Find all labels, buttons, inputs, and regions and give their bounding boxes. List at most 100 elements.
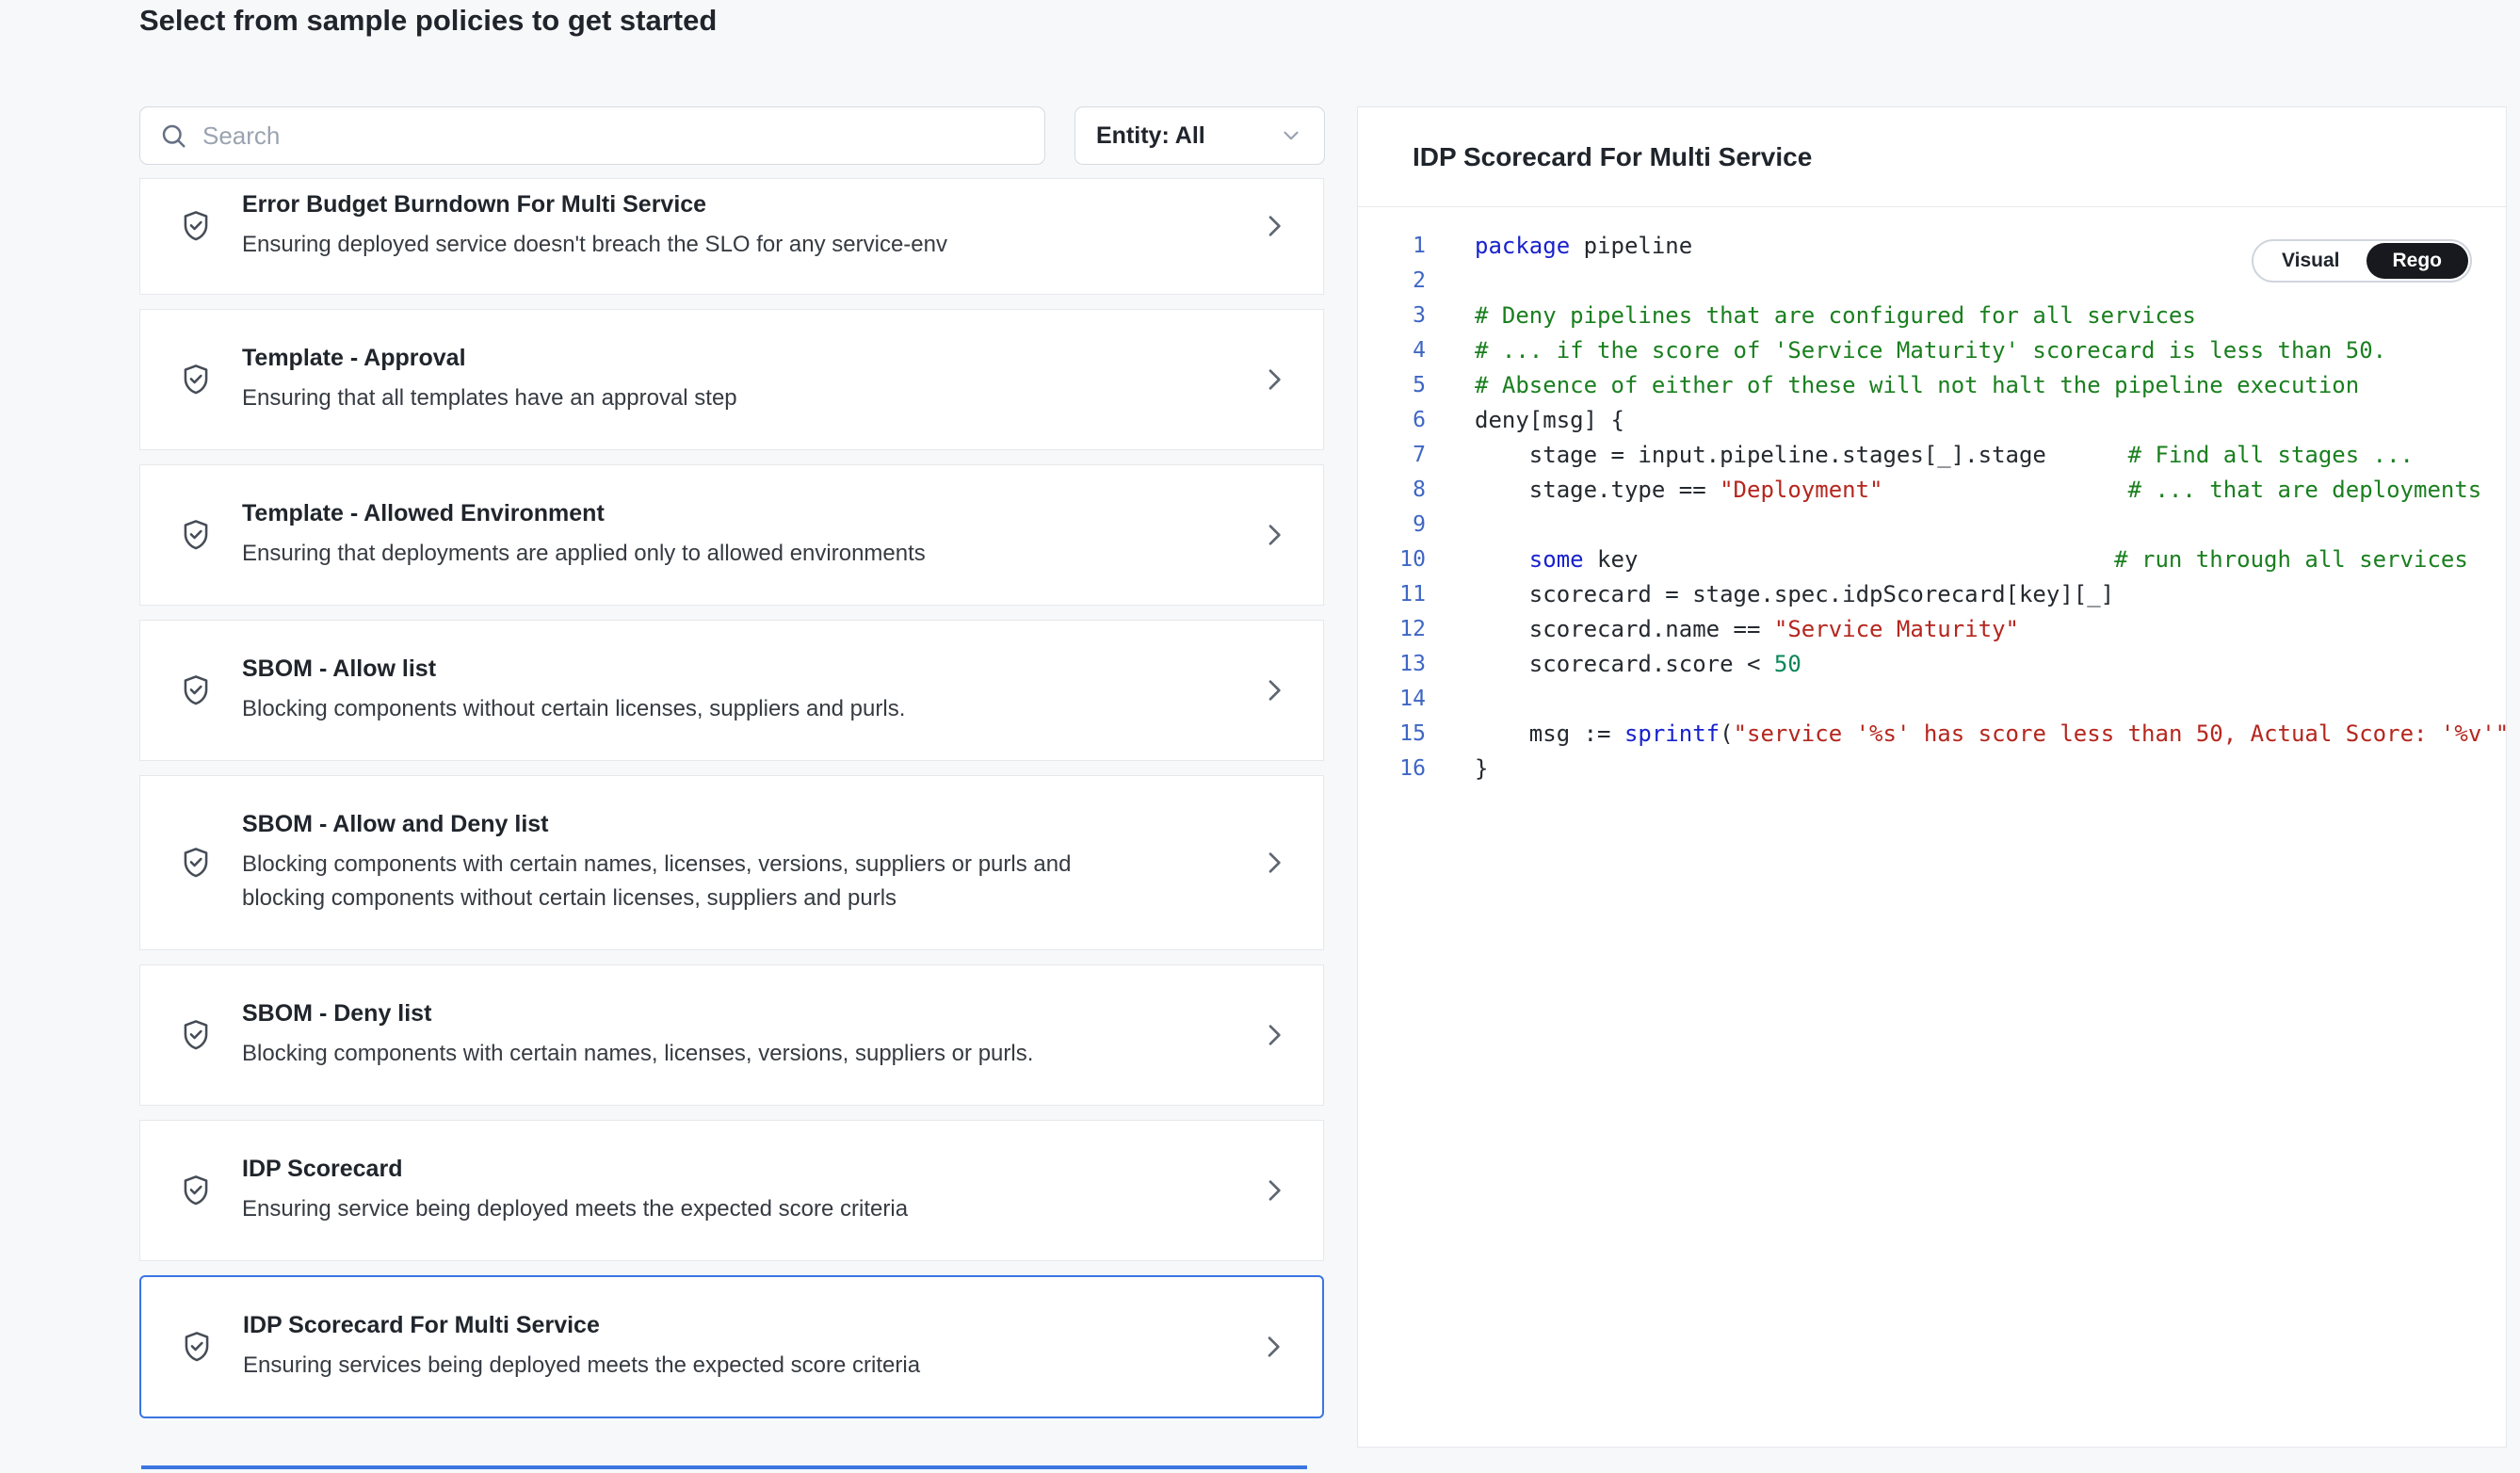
search-input[interactable] (202, 121, 1026, 151)
line-number: 10 (1358, 547, 1426, 572)
policy-list-item[interactable]: SBOM - Allow list Blocking components wit… (139, 620, 1324, 761)
policy-item-text: IDP Scorecard Ensuring service being depl… (242, 1155, 1231, 1226)
line-number: 6 (1358, 408, 1426, 432)
policy-description: Ensuring service being deployed meets th… (242, 1192, 1090, 1226)
code-line: 11 scorecard = stage.spec.idpScorecard[k… (1358, 576, 2506, 611)
policy-item-text: Error Budget Burndown For Multi Service E… (242, 190, 1231, 262)
chevron-right-icon (1259, 1175, 1289, 1206)
line-number: 7 (1358, 443, 1426, 467)
policy-description: Ensuring that all templates have an appr… (242, 381, 1090, 415)
line-number: 16 (1358, 756, 1426, 781)
shield-check-icon (178, 1173, 214, 1208)
policy-title: Template - Allowed Environment (242, 499, 1231, 528)
policy-item-text: SBOM - Allow list Blocking components wit… (242, 655, 1231, 726)
line-number: 1 (1358, 234, 1426, 258)
chevron-right-icon (1258, 1332, 1288, 1362)
code-line-content: stage = input.pipeline.stages[_].stage #… (1475, 442, 2506, 468)
code-line: 7 stage = input.pipeline.stages[_].stage… (1358, 437, 2506, 472)
shield-check-icon (178, 362, 214, 397)
code-line-content: some key # run through all services (1475, 546, 2506, 573)
line-number: 3 (1358, 303, 1426, 328)
view-toggle: Visual Rego (2252, 239, 2472, 283)
code-line-content: # Absence of either of these will not ha… (1475, 372, 2506, 398)
line-number: 13 (1358, 652, 1426, 676)
code-line: 5 # Absence of either of these will not h… (1358, 367, 2506, 402)
policy-title: Template - Approval (242, 344, 1231, 373)
policy-item-text: IDP Scorecard For Multi Service Ensuring … (243, 1311, 1230, 1383)
preview-title: IDP Scorecard For Multi Service (1358, 107, 2506, 207)
entity-filter-label: Entity: All (1096, 122, 1205, 150)
policy-list-item[interactable]: IDP Scorecard For Multi Service Ensuring … (139, 1275, 1324, 1418)
policy-description: Ensuring that deployments are applied on… (242, 537, 1090, 571)
policy-description: Blocking components with certain names, … (242, 848, 1090, 915)
line-number: 2 (1358, 268, 1426, 293)
code-line-content: scorecard.name == "Service Maturity" (1475, 616, 2506, 642)
chevron-right-icon (1259, 520, 1289, 550)
policy-title: IDP Scorecard (242, 1155, 1231, 1184)
line-number: 14 (1358, 687, 1426, 711)
code-line-content: # Deny pipelines that are configured for… (1475, 302, 2506, 329)
toggle-visual-button[interactable]: Visual (2255, 243, 2366, 279)
policy-list-item[interactable]: Error Budget Burndown For Multi Service E… (139, 178, 1324, 295)
chevron-down-icon (1279, 123, 1303, 148)
shield-check-icon (178, 517, 214, 553)
code-line: 9 (1358, 507, 2506, 542)
line-number: 8 (1358, 478, 1426, 502)
policy-item-text: SBOM - Allow and Deny list Blocking compo… (242, 810, 1231, 915)
code-line: 10 some key # run through all services (1358, 542, 2506, 576)
policy-list-item[interactable]: SBOM - Deny list Blocking components with… (139, 964, 1324, 1106)
policy-list-item[interactable]: Template - Allowed Environment Ensuring t… (139, 464, 1324, 606)
chevron-right-icon (1259, 1020, 1289, 1050)
line-number: 9 (1358, 512, 1426, 537)
shield-check-icon (178, 208, 214, 244)
code-line: 16} (1358, 751, 2506, 785)
policy-preview-panel: IDP Scorecard For Multi Service Visual R… (1357, 106, 2507, 1448)
line-number: 11 (1358, 582, 1426, 607)
code-line: 15 msg := sprintf("service '%s' has scor… (1358, 716, 2506, 751)
chevron-right-icon (1259, 364, 1289, 395)
toggle-rego-button[interactable]: Rego (2367, 243, 2469, 279)
code-editor: Visual Rego 1package pipeline23# Deny pi… (1358, 207, 2506, 785)
line-number: 4 (1358, 338, 1426, 363)
chevron-right-icon (1259, 675, 1289, 705)
code-line-content: stage.type == "Deployment" # ... that ar… (1475, 477, 2506, 503)
line-number: 15 (1358, 721, 1426, 746)
policy-description: Blocking components without certain lice… (242, 692, 1090, 726)
code-line: 14 (1358, 681, 2506, 716)
code-line: 6 deny[msg] { (1358, 402, 2506, 437)
code-line-content: # ... if the score of 'Service Maturity'… (1475, 337, 2506, 364)
policy-title: SBOM - Allow and Deny list (242, 810, 1231, 839)
policy-list-item[interactable]: Template - Approval Ensuring that all tem… (139, 309, 1324, 450)
policy-title: SBOM - Allow list (242, 655, 1231, 684)
entity-filter-dropdown[interactable]: Entity: All (1074, 106, 1325, 165)
policy-title: IDP Scorecard For Multi Service (243, 1311, 1230, 1340)
policy-title: Error Budget Burndown For Multi Service (242, 190, 1231, 219)
policy-description: Ensuring deployed service doesn't breach… (242, 228, 1090, 262)
policy-item-text: Template - Approval Ensuring that all tem… (242, 344, 1231, 415)
code-line-content: msg := sprintf("service '%s' has score l… (1475, 720, 2506, 747)
code-lines: 1package pipeline23# Deny pipelines that… (1358, 228, 2506, 785)
policy-list: Error Budget Burndown For Multi Service E… (139, 178, 1324, 1433)
shield-check-icon (178, 845, 214, 881)
chevron-right-icon (1259, 211, 1289, 241)
policy-item-text: Template - Allowed Environment Ensuring t… (242, 499, 1231, 571)
code-line-content: scorecard.score < 50 (1475, 651, 2506, 677)
policy-description: Blocking components with certain names, … (242, 1037, 1090, 1071)
page-title: Select from sample policies to get start… (139, 4, 717, 38)
policy-list-item[interactable]: SBOM - Allow and Deny list Blocking compo… (139, 775, 1324, 950)
policy-list-item[interactable]: IDP Scorecard Ensuring service being depl… (139, 1120, 1324, 1261)
bottom-accent-line (141, 1465, 1307, 1469)
policy-description: Ensuring services being deployed meets t… (243, 1349, 1090, 1383)
code-line: 13 scorecard.score < 50 (1358, 646, 2506, 681)
policy-title: SBOM - Deny list (242, 999, 1231, 1028)
search-input-wrapper[interactable] (139, 106, 1045, 165)
line-number: 12 (1358, 617, 1426, 641)
code-line: 12 scorecard.name == "Service Maturity" (1358, 611, 2506, 646)
code-line: 8 stage.type == "Deployment" # ... that … (1358, 472, 2506, 507)
line-number: 5 (1358, 373, 1426, 397)
code-line-content: } (1475, 755, 2506, 782)
code-line-content: scorecard = stage.spec.idpScorecard[key]… (1475, 581, 2506, 607)
code-line-content: deny[msg] { (1475, 407, 2506, 433)
chevron-right-icon (1259, 848, 1289, 878)
code-line: 4 # ... if the score of 'Service Maturity… (1358, 332, 2506, 367)
